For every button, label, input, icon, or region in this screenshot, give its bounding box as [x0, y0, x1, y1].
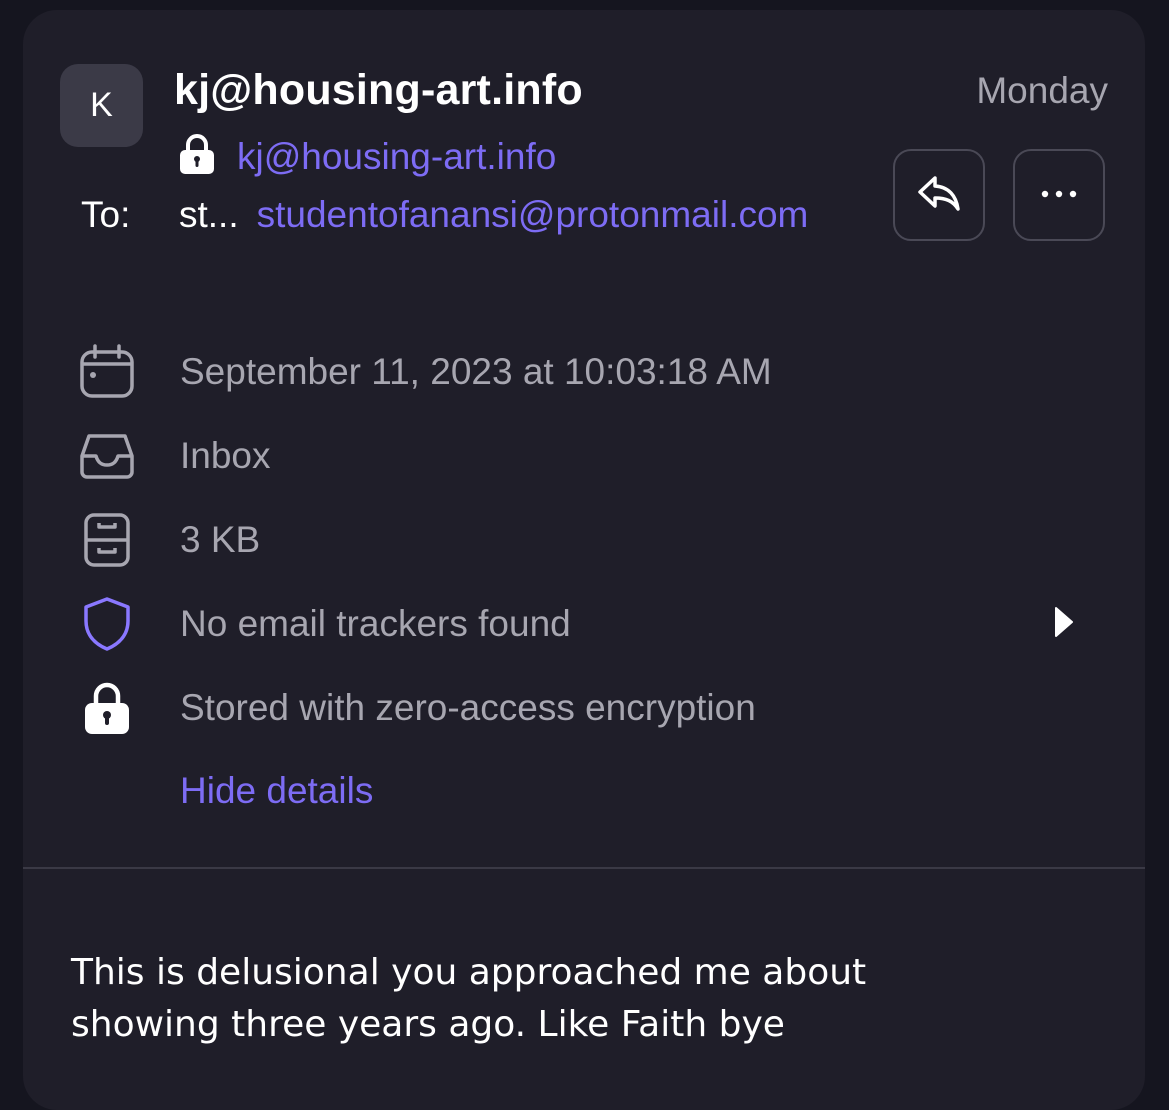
detail-datetime: September 11, 2023 at 10:03:18 AM — [23, 342, 1145, 402]
message-body-line: This is delusional you approached me abo… — [71, 952, 867, 993]
detail-folder: Inbox — [23, 426, 1145, 486]
detail-size: 3 KB — [23, 510, 1145, 570]
lock-icon — [79, 680, 135, 736]
more-options-button[interactable] — [1013, 149, 1105, 241]
sender-avatar[interactable]: K — [60, 64, 143, 147]
reply-button[interactable] — [893, 149, 985, 241]
recipient-row[interactable]: st... studentofanansi@protonmail.com — [179, 194, 808, 236]
shield-icon — [79, 596, 135, 652]
detail-trackers[interactable]: No email trackers found — [23, 594, 1145, 654]
divider — [23, 867, 1145, 869]
recipient-address[interactable]: studentofanansi@protonmail.com — [257, 194, 809, 236]
message-card: K kj@housing-art.info Monday kj@housing-… — [23, 10, 1145, 1110]
recipient-name: st... — [179, 194, 239, 235]
hide-details-link[interactable]: Hide details — [180, 770, 373, 812]
message-body-line: showing three years ago. Like Faith bye — [71, 1004, 785, 1045]
inbox-icon — [79, 428, 135, 484]
detail-folder-text: Inbox — [180, 435, 271, 476]
detail-size-text: 3 KB — [180, 519, 261, 560]
storage-icon — [79, 512, 135, 568]
sender-name[interactable]: kj@housing-art.info — [174, 66, 583, 115]
chevron-right-icon[interactable] — [1053, 606, 1075, 643]
detail-trackers-text: No email trackers found — [180, 603, 571, 644]
message-body: This is delusional you approached me abo… — [71, 947, 1071, 1051]
sender-address-row[interactable]: kj@housing-art.info — [177, 132, 556, 181]
to-label: To: — [81, 194, 131, 235]
lock-icon — [177, 132, 217, 181]
message-date: Monday — [976, 70, 1108, 111]
reply-icon — [916, 173, 962, 218]
more-icon — [1039, 186, 1079, 204]
sender-address[interactable]: kj@housing-art.info — [237, 136, 556, 178]
detail-encryption: Stored with zero-access encryption — [23, 678, 1145, 738]
detail-datetime-text: September 11, 2023 at 10:03:18 AM — [180, 351, 772, 392]
detail-encryption-text: Stored with zero-access encryption — [180, 687, 756, 728]
calendar-icon — [79, 344, 135, 400]
